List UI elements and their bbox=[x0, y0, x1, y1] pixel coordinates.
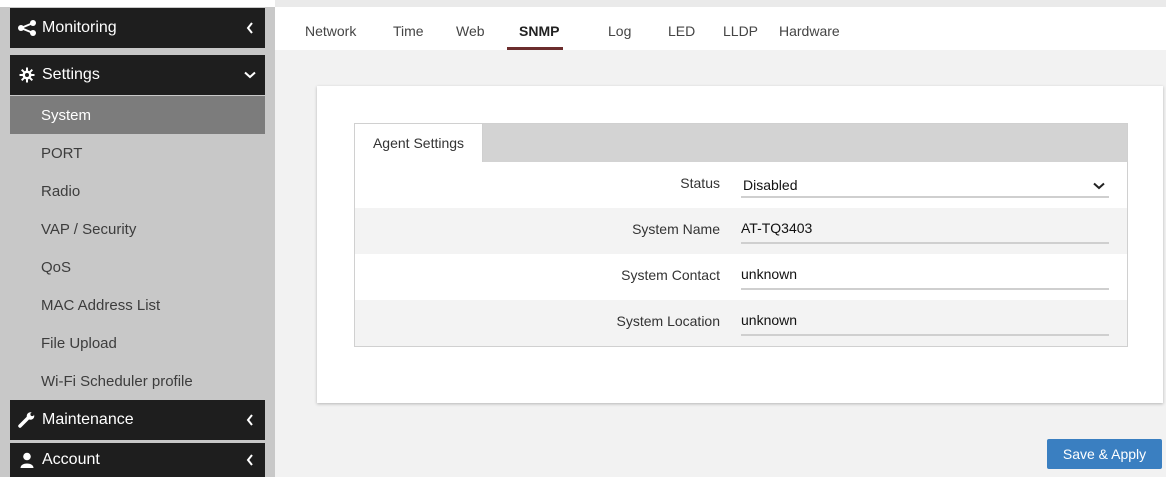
system-contact-input[interactable] bbox=[741, 266, 1109, 282]
tab-lldp[interactable]: LLDP bbox=[723, 23, 758, 39]
sidebar-item-label: Radio bbox=[41, 182, 81, 200]
user-icon bbox=[14, 452, 40, 468]
sidebar-item-label: Wi-Fi Scheduler profile bbox=[41, 372, 193, 390]
sidebar-item-label: VAP / Security bbox=[41, 220, 137, 238]
box-tab-bar: Agent Settings bbox=[355, 124, 1127, 162]
sidebar-section-monitoring[interactable]: Monitoring bbox=[10, 8, 265, 48]
system-contact-label: System Contact bbox=[621, 267, 720, 283]
sidebar-section-settings[interactable]: Settings bbox=[10, 55, 265, 95]
tab-web[interactable]: Web bbox=[456, 23, 485, 39]
top-tab-bar: Network Time Web SNMP Log LED LLDP Hardw… bbox=[275, 0, 1166, 50]
status-selected-value: Disabled bbox=[743, 177, 798, 193]
system-name-row: System Name bbox=[355, 208, 1127, 254]
wrench-icon bbox=[14, 412, 40, 428]
sidebar-item-file-upload[interactable]: File Upload bbox=[10, 324, 265, 362]
chevron-left-icon bbox=[235, 454, 265, 466]
system-name-field[interactable] bbox=[741, 214, 1109, 244]
chevron-down-icon bbox=[235, 71, 265, 79]
sidebar-item-label: PORT bbox=[41, 144, 83, 162]
sidebar-item-label: MAC Address List bbox=[41, 296, 161, 314]
agent-settings-box: Agent Settings Status Disabled System Na… bbox=[354, 123, 1128, 347]
tab-log[interactable]: Log bbox=[608, 23, 631, 39]
sidebar: Monitoring Settings System PORT Radio VA… bbox=[0, 0, 275, 477]
status-row: Status Disabled bbox=[355, 162, 1127, 208]
save-apply-button[interactable]: Save & Apply bbox=[1047, 439, 1162, 469]
tab-network[interactable]: Network bbox=[305, 23, 356, 39]
sidebar-section-maintenance[interactable]: Maintenance bbox=[10, 400, 265, 440]
status-label: Status bbox=[680, 175, 720, 191]
sidebar-item-label: System bbox=[41, 106, 92, 124]
sidebar-item-qos[interactable]: QoS bbox=[10, 248, 265, 286]
chevron-down-icon bbox=[1093, 177, 1109, 193]
system-contact-field[interactable] bbox=[741, 260, 1109, 290]
system-location-label: System Location bbox=[616, 313, 721, 329]
status-select[interactable]: Disabled bbox=[741, 168, 1109, 198]
sidebar-section-label: Maintenance bbox=[42, 411, 134, 428]
tab-led[interactable]: LED bbox=[668, 23, 695, 39]
sidebar-section-account[interactable]: Account bbox=[10, 443, 265, 477]
system-location-row: System Location bbox=[355, 300, 1127, 346]
system-name-label: System Name bbox=[632, 221, 720, 237]
sidebar-section-label: Settings bbox=[42, 66, 100, 83]
tab-time[interactable]: Time bbox=[393, 23, 424, 39]
sidebar-item-radio[interactable]: Radio bbox=[10, 172, 265, 210]
sidebar-item-port[interactable]: PORT bbox=[10, 134, 265, 172]
system-name-input[interactable] bbox=[741, 220, 1109, 236]
tab-hardware[interactable]: Hardware bbox=[779, 23, 840, 39]
gear-icon bbox=[14, 67, 40, 83]
chevron-left-icon bbox=[235, 22, 265, 34]
sidebar-item-label: QoS bbox=[41, 258, 72, 276]
sidebar-section-label: Monitoring bbox=[42, 19, 117, 36]
sidebar-item-vap-security[interactable]: VAP / Security bbox=[10, 210, 265, 248]
chevron-left-icon bbox=[235, 414, 265, 426]
sidebar-item-label: File Upload bbox=[41, 334, 117, 352]
sidebar-top-strip bbox=[0, 0, 275, 7]
system-location-field[interactable] bbox=[741, 306, 1109, 336]
sidebar-item-wifi-scheduler-profile[interactable]: Wi-Fi Scheduler profile bbox=[10, 362, 265, 400]
active-tab-indicator bbox=[507, 47, 563, 50]
sidebar-item-mac-address-list[interactable]: MAC Address List bbox=[10, 286, 265, 324]
tab-agent-settings[interactable]: Agent Settings bbox=[355, 124, 483, 162]
settings-panel: Agent Settings Status Disabled System Na… bbox=[317, 86, 1163, 403]
tab-snmp[interactable]: SNMP bbox=[519, 23, 559, 39]
share-icon bbox=[14, 20, 40, 36]
sidebar-item-system[interactable]: System bbox=[10, 96, 265, 134]
system-contact-row: System Contact bbox=[355, 254, 1127, 300]
sidebar-section-label: Account bbox=[42, 451, 100, 468]
system-location-input[interactable] bbox=[741, 312, 1109, 328]
